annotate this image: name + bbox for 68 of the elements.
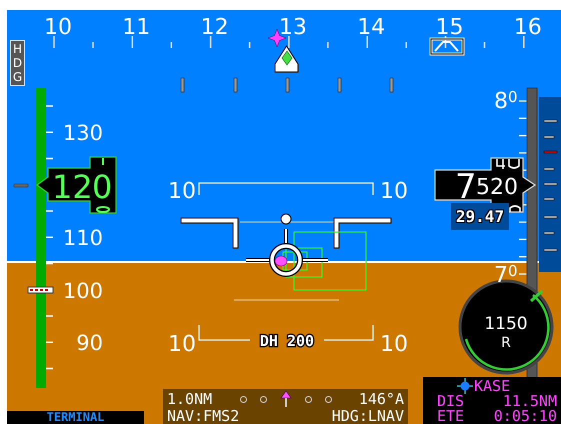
heading-select-icon xyxy=(430,38,464,56)
waypoint-icon xyxy=(457,378,473,394)
target-marker-icon xyxy=(274,256,288,266)
roll-tick xyxy=(234,78,238,92)
heading-scale-label: 15 xyxy=(436,15,464,40)
altitude-readout-drum: 520 xyxy=(476,175,518,200)
nav-mode-label: HDG:LNAV xyxy=(332,408,404,424)
waypoint-field-label: ETE xyxy=(437,409,464,424)
speed-index-marker xyxy=(14,184,28,188)
target-squares-icon xyxy=(282,232,366,290)
vsi-tick xyxy=(544,168,554,170)
roll-tick xyxy=(286,78,290,92)
vsi-tick xyxy=(544,120,558,122)
heading-bug-icon xyxy=(274,45,298,72)
deviation-dot-icon xyxy=(324,396,332,402)
roll-tick xyxy=(338,78,342,92)
deviation-dot-icon xyxy=(240,396,246,402)
heading-scale-label: 13 xyxy=(278,15,307,40)
waypoint-field-value: 0:05:10 xyxy=(494,409,557,424)
speed-scale-label: 110 xyxy=(62,226,103,250)
aircraft-wing-icon xyxy=(334,218,392,248)
deviation-dot-icon xyxy=(304,396,312,402)
decision-height-label: DH 200 xyxy=(260,332,314,350)
vsi-tick xyxy=(544,198,554,200)
deviation-dot-icon xyxy=(260,396,266,402)
waypoint-ident: KASE xyxy=(474,378,510,394)
speed-scale-label: 100 xyxy=(62,279,103,303)
vsi-tick xyxy=(544,248,558,252)
vsi-tick xyxy=(544,150,558,154)
vertical-speed-unit: R xyxy=(501,335,511,351)
baro-setting: 29.47 xyxy=(451,203,509,230)
drum-digit-mark xyxy=(102,158,104,165)
pitch-ladder-line xyxy=(324,325,374,341)
course-label: 146°A xyxy=(358,390,404,408)
vsi-needle-icon xyxy=(530,290,543,302)
vsi-tick xyxy=(544,136,554,138)
pitch-label: 10 xyxy=(168,332,196,357)
nav-source-label: NAV:FMS2 xyxy=(167,408,240,424)
range-label: 1.0NM xyxy=(167,390,212,408)
aircraft-wing-icon xyxy=(180,218,238,248)
heading-scale-label: 16 xyxy=(514,15,542,40)
roll-tick xyxy=(180,78,184,92)
speed-bug-icon xyxy=(28,286,54,294)
pitch-label: 10 xyxy=(380,179,408,204)
vsi-tick xyxy=(544,216,558,218)
pitch-ladder-line xyxy=(198,325,250,341)
heading-mode-label: HDG xyxy=(10,40,25,86)
roll-tick xyxy=(390,78,394,92)
heading-scale-label: 12 xyxy=(200,15,229,40)
vertical-speed-readout: 1150 xyxy=(484,314,528,334)
heading-scale-label: 14 xyxy=(357,15,386,40)
waypoint-field-label: DIS xyxy=(437,394,464,409)
terminal-label: TERMINAL xyxy=(7,411,144,424)
speed-scale-label: 90 xyxy=(76,331,103,355)
pitch-label: 10 xyxy=(380,332,408,357)
speed-readout: 12 xyxy=(52,168,93,206)
heading-scale-label: 11 xyxy=(122,15,150,40)
vsi-tick xyxy=(544,232,554,234)
drum-digit-mark xyxy=(96,206,110,213)
pitch-label: 10 xyxy=(168,179,196,204)
course-pointer-icon xyxy=(280,390,292,408)
altitude-scale-label: 7$^{0}$ xyxy=(494,265,518,287)
speed-scale-label: 130 xyxy=(62,121,103,145)
speed-readout-drum: 0 xyxy=(92,168,112,206)
altitude-scale-label: 8$^{0}$ xyxy=(494,91,518,113)
waypoint-field-value: 11.5NM xyxy=(502,394,557,409)
heading-scale-label: 10 xyxy=(44,15,72,40)
vsi-tick xyxy=(544,182,558,186)
